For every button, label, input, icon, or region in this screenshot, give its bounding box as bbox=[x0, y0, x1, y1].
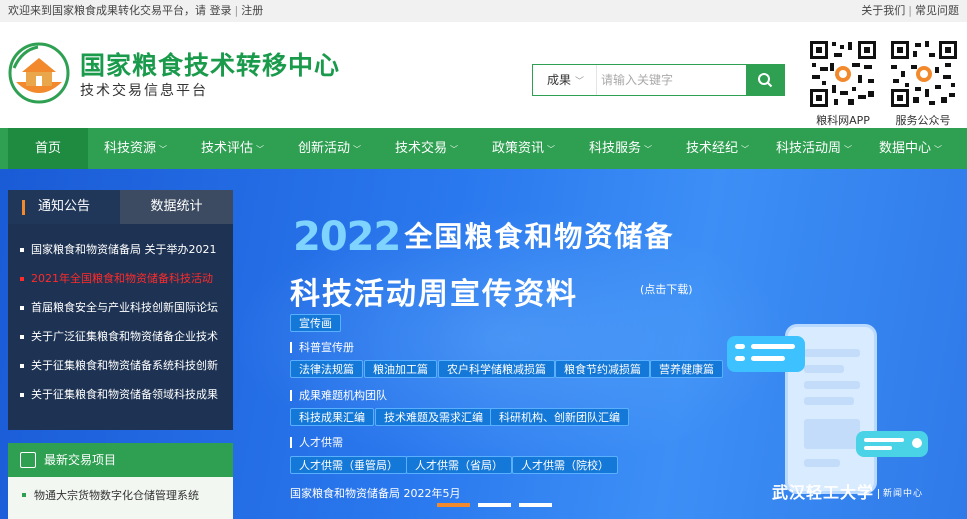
tag-achievements[interactable]: 科技成果汇编 bbox=[290, 408, 374, 426]
chevron-down-icon: ﹀ bbox=[450, 145, 459, 154]
latest-trades-panel: 最新交易项目 物通大宗货物数字化仓储管理系统 bbox=[8, 443, 233, 519]
main-nav: 首页 科技资源 ﹀ 技术评估 ﹀ 创新活动 ﹀ 技术交易 ﹀ 政策资讯 ﹀ 科技服务 ﹀ 技… bbox=[0, 128, 967, 169]
notice-list: 国家粮食和物资储备局 关于举办2021 2021年全国粮食和物资储备科技活动 首… bbox=[18, 235, 228, 409]
login-link[interactable]: 登录 bbox=[210, 4, 232, 17]
tab-notices[interactable]: 通知公告 bbox=[8, 190, 120, 224]
chevron-down-icon: ﹀ bbox=[741, 145, 750, 154]
notice-item[interactable]: 首届粮食安全与产业科技创新国际论坛 bbox=[18, 293, 228, 322]
carousel-dot-1[interactable] bbox=[437, 503, 470, 507]
chevron-down-icon: ﹀ bbox=[353, 145, 362, 154]
banner-title-line2: 科技活动周宣传资料 bbox=[290, 277, 578, 312]
nav-item-evaluation[interactable]: 技术评估 ﹀ bbox=[201, 128, 264, 169]
tag-talent-vertical[interactable]: 人才供需（垂管局） bbox=[290, 456, 407, 474]
university-logo: 武汉轻工大学 新闻中心 bbox=[772, 483, 924, 502]
nav-item-innovation[interactable]: 创新活动 ﹀ bbox=[298, 128, 361, 169]
notice-item[interactable]: 关于广泛征集粮食和物资储备企业技术 bbox=[18, 322, 228, 351]
chevron-down-icon: ﹀ bbox=[547, 145, 556, 154]
latest-trades-header[interactable]: 最新交易项目 bbox=[8, 443, 233, 477]
search-category-select[interactable]: 成果 ﹀ bbox=[533, 65, 597, 95]
section-talent: 人才供需 bbox=[290, 437, 343, 448]
site-subtitle: 技术交易信息平台 bbox=[80, 83, 208, 99]
nav-item-trade[interactable]: 技术交易 ﹀ bbox=[395, 128, 458, 169]
poster-tag[interactable]: 宣传画 bbox=[290, 314, 341, 332]
welcome-area: 欢迎来到国家粮食成果转化交易平台，请 登录 | 注册 bbox=[8, 4, 264, 17]
nav-item-brokerage[interactable]: 技术经纪 ﹀ bbox=[686, 128, 749, 169]
section-achievements: 成果难题机构团队 bbox=[290, 390, 387, 401]
nav-item-home[interactable]: 首页 bbox=[8, 128, 88, 169]
notice-item[interactable]: 国家粮食和物资储备局 关于举办2021 bbox=[18, 235, 228, 264]
notice-item[interactable]: 关于征集粮食和物资储备系统科技创新 bbox=[18, 351, 228, 380]
chevron-down-icon: ﹀ bbox=[934, 145, 943, 154]
wechat-qr-code bbox=[889, 39, 959, 109]
banner-year: 2022 bbox=[293, 214, 401, 260]
welcome-text: 欢迎来到国家粮食成果转化交易平台，请 bbox=[8, 4, 206, 17]
chevron-down-icon: ﹀ bbox=[256, 145, 265, 154]
tag-talent-province[interactable]: 人才供需（省局） bbox=[406, 456, 512, 474]
tab-statistics[interactable]: 数据统计 bbox=[120, 190, 233, 224]
search-bar: 成果 ﹀ bbox=[532, 64, 785, 96]
about-link[interactable]: 关于我们 bbox=[861, 4, 905, 17]
search-icon bbox=[758, 73, 773, 88]
app-qr-label: 粮科网APP bbox=[816, 114, 870, 127]
section-brochure: 科普宣传册 bbox=[290, 342, 354, 353]
tag-processing[interactable]: 粮油加工篇 bbox=[364, 360, 437, 378]
download-hint[interactable]: (点击下载) bbox=[640, 281, 693, 297]
nav-item-resources[interactable]: 科技资源 ﹀ bbox=[104, 128, 167, 169]
message-bubble-illustration bbox=[856, 431, 928, 457]
notice-panel: 通知公告 数据统计 国家粮食和物资储备局 关于举办2021 2021年全国粮食和… bbox=[8, 190, 233, 430]
top-links: 关于我们 | 常见问题 bbox=[861, 4, 959, 17]
trade-item[interactable]: 物通大宗货物数字化仓储管理系统 bbox=[22, 487, 199, 503]
search-button[interactable] bbox=[746, 65, 784, 95]
nav-item-tech-week[interactable]: 科技活动周 ﹀ bbox=[776, 128, 852, 169]
carousel-dot-2[interactable] bbox=[478, 503, 511, 507]
tag-problems[interactable]: 技术难题及需求汇编 bbox=[375, 408, 492, 426]
nav-item-policy[interactable]: 政策资讯 ﹀ bbox=[492, 128, 555, 169]
notice-item[interactable]: 关于征集粮食和物资储备领域科技成果 bbox=[18, 380, 228, 409]
chevron-down-icon: ﹀ bbox=[844, 145, 853, 154]
nav-item-data-center[interactable]: 数据中心 ﹀ bbox=[879, 128, 942, 169]
wechat-qr-label: 服务公众号 bbox=[895, 114, 951, 127]
chat-bubble-illustration bbox=[727, 336, 805, 372]
tag-farmer-storage[interactable]: 农户科学储粮减损篇 bbox=[438, 360, 555, 378]
chevron-down-icon: ﹀ bbox=[644, 145, 653, 154]
search-input[interactable] bbox=[597, 65, 747, 95]
tag-saving[interactable]: 粮食节约减损篇 bbox=[555, 360, 650, 378]
notice-tabs: 通知公告 数据统计 bbox=[8, 190, 233, 224]
faq-link[interactable]: 常见问题 bbox=[915, 4, 959, 17]
nav-item-services[interactable]: 科技服务 ﹀ bbox=[589, 128, 652, 169]
app-qr-code bbox=[808, 39, 878, 109]
tag-talent-college[interactable]: 人才供需（院校） bbox=[512, 456, 618, 474]
tag-nutrition[interactable]: 营养健康篇 bbox=[650, 360, 723, 378]
top-bar: 欢迎来到国家粮食成果转化交易平台，请 登录 | 注册 关于我们 | 常见问题 bbox=[0, 0, 967, 22]
carousel-dot-3[interactable] bbox=[519, 503, 552, 507]
site-title: 国家粮食技术转移中心 bbox=[80, 51, 341, 80]
tag-laws[interactable]: 法律法规篇 bbox=[290, 360, 363, 378]
banner-footer: 国家粮食和物资储备局 2022年5月 bbox=[290, 487, 461, 500]
trade-icon bbox=[20, 452, 36, 468]
banner-title-line1: 2022 全国粮食和物资储备 bbox=[293, 214, 675, 260]
tag-institutions[interactable]: 科研机构、创新团队汇编 bbox=[490, 408, 629, 426]
notice-item-highlighted[interactable]: 2021年全国粮食和物资储备科技活动 bbox=[18, 264, 228, 293]
granary-logo-icon[interactable] bbox=[8, 42, 70, 104]
header: 国家粮食技术转移中心 技术交易信息平台 成果﹀ 粮科网APP 服务公众号 bbox=[0, 22, 967, 128]
register-link[interactable]: 注册 bbox=[241, 4, 263, 17]
chevron-down-icon: ﹀ bbox=[159, 145, 168, 154]
chevron-down-icon: ﹀ bbox=[575, 77, 585, 87]
